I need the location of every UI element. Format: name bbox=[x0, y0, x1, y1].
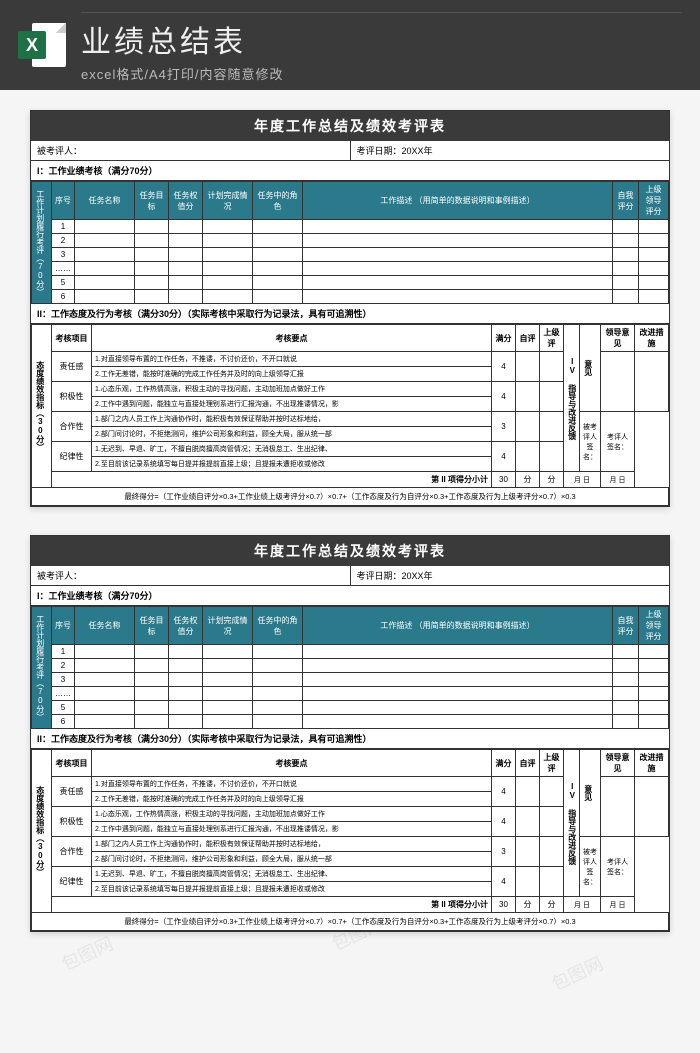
evaluatee-label: 被考评人： bbox=[31, 566, 351, 585]
date-cell: 考评日期：20XX年 bbox=[351, 141, 670, 160]
sheet-preview-2: 年度工作总结及绩效考评表 被考评人： 考评日期：20XX年 I：工作业绩考核（满… bbox=[30, 535, 670, 932]
section1-label: I：工作业绩考核（满分70分） bbox=[31, 161, 669, 181]
info-row: 被考评人： 考评日期：20XX年 bbox=[31, 566, 669, 586]
section2-label: II：工作态度及行为考核（满分30分）（实际考核中采取行为记录法，具有可追溯性） bbox=[31, 729, 669, 749]
page-header: X 业绩总结表 excel格式/A4打印/内容随意修改 bbox=[0, 0, 700, 90]
excel-icon: X bbox=[18, 21, 66, 69]
sub-title: excel格式/A4打印/内容随意修改 bbox=[81, 64, 682, 83]
section2-table: 态度绩效指标（30分） 考核项目 考核要点 满分 自评 上级评 IV 指导与改进… bbox=[31, 324, 669, 506]
section1-label: I：工作业绩考核（满分70分） bbox=[31, 586, 669, 606]
section2-label: II：工作态度及行为考核（满分30分）（实际考核中采取行为记录法，具有可追溯性） bbox=[31, 304, 669, 324]
date-cell: 考评日期：20XX年 bbox=[351, 566, 670, 585]
sheet-preview-1: 年度工作总结及绩效考评表 被考评人： 考评日期：20XX年 I：工作业绩考核（满… bbox=[30, 110, 670, 507]
section1-table: 工作计划履行考评（70分） 序号 任务名称 任务目标 任务权值分 计划完成情况 … bbox=[31, 181, 669, 304]
sheet-title: 年度工作总结及绩效考评表 bbox=[31, 536, 669, 566]
info-row: 被考评人： 考评日期：20XX年 bbox=[31, 141, 669, 161]
section2-table: 态度绩效指标（30分） 考核项目 考核要点 满分 自评 上级评 IV 指导与改进… bbox=[31, 749, 669, 931]
main-title: 业绩总结表 bbox=[81, 17, 682, 61]
section1-table: 工作计划履行考评（70分） 序号 任务名称 任务目标 任务权值分 计划完成情况 … bbox=[31, 606, 669, 729]
evaluatee-label: 被考评人： bbox=[31, 141, 351, 160]
sheet-title: 年度工作总结及绩效考评表 bbox=[31, 111, 669, 141]
